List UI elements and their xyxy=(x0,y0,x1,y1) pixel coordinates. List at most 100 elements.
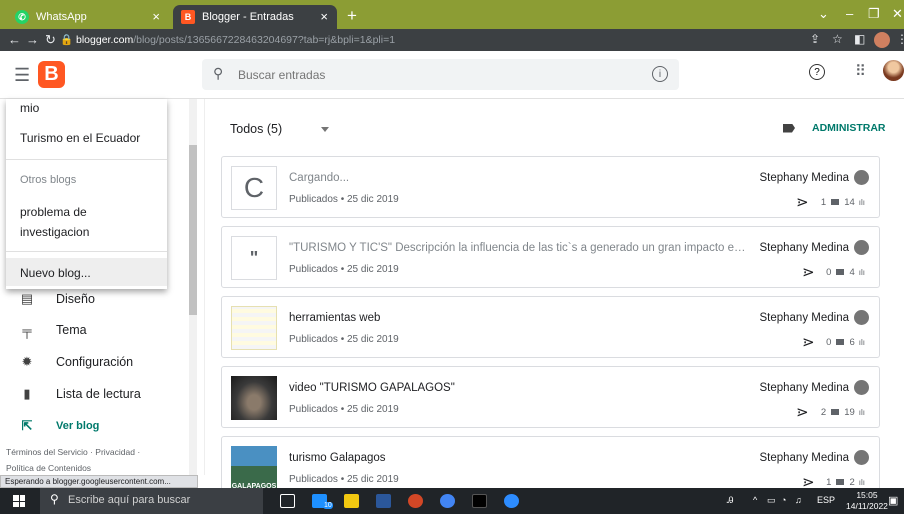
post-filter-dropdown[interactable]: Todos (5) xyxy=(230,122,329,136)
info-icon[interactable]: i xyxy=(652,66,668,82)
post-row[interactable]: " "TURISMO Y TIC'S" Descripción la influe… xyxy=(221,226,880,288)
help-icon[interactable]: ? xyxy=(809,64,825,80)
user-avatar[interactable] xyxy=(883,60,904,81)
post-status: Publicados • 25 dic 2019 xyxy=(289,404,399,415)
footer-policy-link[interactable]: Política de Contenidos xyxy=(6,463,91,473)
notifications-icon[interactable]: ▣ xyxy=(888,494,898,507)
task-view-icon[interactable] xyxy=(280,494,295,508)
share-icon[interactable]: ⋖ xyxy=(796,403,809,421)
view-count: 19 xyxy=(844,406,855,418)
sidebar-item-label: Configuración xyxy=(56,355,134,369)
tray-expand-icon[interactable]: ^ xyxy=(753,495,757,505)
layout-icon: ▤ xyxy=(20,291,34,306)
new-tab-button[interactable]: + xyxy=(347,6,357,26)
post-status: Publicados • 25 dic 2019 xyxy=(289,334,399,345)
post-stats: ⋖ 2 19 ılı xyxy=(796,403,865,421)
search-input[interactable] xyxy=(238,65,638,84)
browser-tab-bar: ✆ WhatsApp × B Blogger - Entradas × + ⌄ … xyxy=(0,0,904,29)
comment-count: 0 xyxy=(826,336,832,348)
scrollbar-thumb[interactable] xyxy=(189,145,197,315)
tab-blogger[interactable]: B Blogger - Entradas × xyxy=(173,5,337,29)
sidebar-item-ver-blog[interactable]: ⇱ Ver blog xyxy=(20,418,100,433)
minimize-icon[interactable]: – xyxy=(846,6,853,21)
filter-label: Todos (5) xyxy=(230,122,283,136)
post-stats: ⋖ 1 14 ılı xyxy=(796,193,865,211)
comment-icon xyxy=(836,339,845,345)
sidebar-item-diseno[interactable]: ▤ Diseño xyxy=(20,291,95,306)
share-icon[interactable]: ⇪ xyxy=(810,32,820,46)
new-blog-button[interactable]: Nuevo blog... xyxy=(20,266,91,280)
post-status: Publicados • 25 dic 2019 xyxy=(289,264,399,275)
star-icon[interactable]: ☆ xyxy=(832,32,843,46)
wifi-icon[interactable]: ◔ xyxy=(781,495,786,505)
taskbar-search[interactable]: ⚲ Escribe aquí para buscar xyxy=(40,488,263,514)
chrome-icon[interactable] xyxy=(440,494,455,508)
sidebar-item-tema[interactable]: ╤ Tema xyxy=(20,323,87,338)
search-bar[interactable]: ⚲ i xyxy=(202,59,679,90)
post-title[interactable]: "TURISMO Y TIC'S" Descripción la influen… xyxy=(289,242,749,254)
word-icon[interactable] xyxy=(376,494,391,508)
post-title[interactable]: Cargando... xyxy=(289,172,749,184)
sidebar-scrollbar[interactable] xyxy=(189,99,197,475)
close-tab-icon[interactable]: × xyxy=(152,9,160,24)
dropdown-blog-investigacion[interactable]: investigacion xyxy=(20,225,89,239)
dropdown-blog-turismo[interactable]: Turismo en el Ecuador xyxy=(20,131,140,145)
sidepanel-icon[interactable]: ◧ xyxy=(854,32,865,46)
sidebar-item-lista-lectura[interactable]: ▮ Lista de lectura xyxy=(20,386,140,401)
post-title[interactable]: herramientas web xyxy=(289,312,749,324)
footer-terms-link[interactable]: Términos del Servicio · Privacidad · xyxy=(6,447,140,457)
apps-grid-icon[interactable]: ⠿ xyxy=(855,62,866,80)
post-title[interactable]: video "TURISMO GAPALAGOS" xyxy=(289,382,749,394)
browser-status-bar: Esperando a blogger.googleusercontent.co… xyxy=(0,475,198,488)
close-tab-icon[interactable]: × xyxy=(320,9,328,24)
close-window-icon[interactable]: ✕ xyxy=(892,6,903,22)
windows-start-icon[interactable] xyxy=(13,495,25,507)
share-icon[interactable]: ⋖ xyxy=(796,193,809,211)
file-explorer-icon[interactable] xyxy=(344,494,359,508)
bookmark-icon: ▮ xyxy=(23,386,31,401)
post-row[interactable]: video "TURISMO GAPALAGOS" Publicados • 25… xyxy=(221,366,880,428)
url-field[interactable]: 🔒 blogger.com/blog/posts/136566722846320… xyxy=(60,33,395,46)
post-author: Stephany Medina xyxy=(759,452,849,464)
share-icon[interactable]: ⋖ xyxy=(802,263,815,281)
tiktok-icon[interactable] xyxy=(472,494,487,508)
tab-whatsapp[interactable]: ✆ WhatsApp × xyxy=(7,5,169,29)
manage-labels-button[interactable]: ADMINISTRAR xyxy=(783,122,886,134)
thumb-image-table xyxy=(231,306,277,350)
maximize-icon[interactable]: ❐ xyxy=(868,6,880,22)
post-title[interactable]: turismo Galapagos xyxy=(289,452,749,464)
comment-count: 1 xyxy=(820,196,827,208)
dropdown-blog-problema[interactable]: problema de xyxy=(20,205,87,219)
share-icon[interactable]: ⋖ xyxy=(802,333,815,351)
post-stats: ⋖ 0 6 ılı xyxy=(802,333,865,351)
volume-icon[interactable]: ♫ xyxy=(795,495,802,505)
powerpoint-icon[interactable] xyxy=(408,494,423,508)
language-indicator[interactable]: ESP xyxy=(817,495,835,505)
dropdown-blog-mio[interactable]: mio xyxy=(20,101,39,115)
forward-icon[interactable]: → xyxy=(26,32,39,47)
clock[interactable]: 15:05 14/11/2022 xyxy=(846,490,888,512)
sidebar-item-configuracion[interactable]: ✹ Configuración xyxy=(20,354,134,369)
menu-icon[interactable]: ⋮ xyxy=(896,32,904,46)
reload-icon[interactable]: ↻ xyxy=(45,32,56,48)
blogger-logo[interactable]: B xyxy=(38,61,65,88)
comment-icon xyxy=(831,409,840,415)
search-icon: ⚲ xyxy=(50,492,59,506)
back-icon[interactable]: ← xyxy=(8,32,21,47)
stats-icon: ılı xyxy=(858,267,865,277)
zoom-icon[interactable] xyxy=(504,494,519,508)
url-path: /blog/posts/1365667228463204697?tab=rj&b… xyxy=(133,34,396,46)
comment-count: 1 xyxy=(826,476,832,488)
people-icon[interactable]: Ꭿ xyxy=(727,495,734,506)
profile-avatar[interactable] xyxy=(874,32,890,48)
hamburger-menu-icon[interactable]: ☰ xyxy=(14,65,30,86)
post-row[interactable]: herramientas web Publicados • 25 dic 2019… xyxy=(221,296,880,358)
battery-icon[interactable]: ▭ xyxy=(767,495,776,506)
thumb-image-seal xyxy=(231,376,277,420)
post-row[interactable]: C Cargando... Publicados • 25 dic 2019 Step… xyxy=(221,156,880,218)
view-count: 6 xyxy=(849,336,855,348)
sidebar-item-label: Tema xyxy=(56,323,87,337)
weather-badge: 10 xyxy=(323,502,333,509)
tab-search-icon[interactable]: ⌄ xyxy=(818,6,829,22)
stats-icon: ılı xyxy=(858,197,865,207)
